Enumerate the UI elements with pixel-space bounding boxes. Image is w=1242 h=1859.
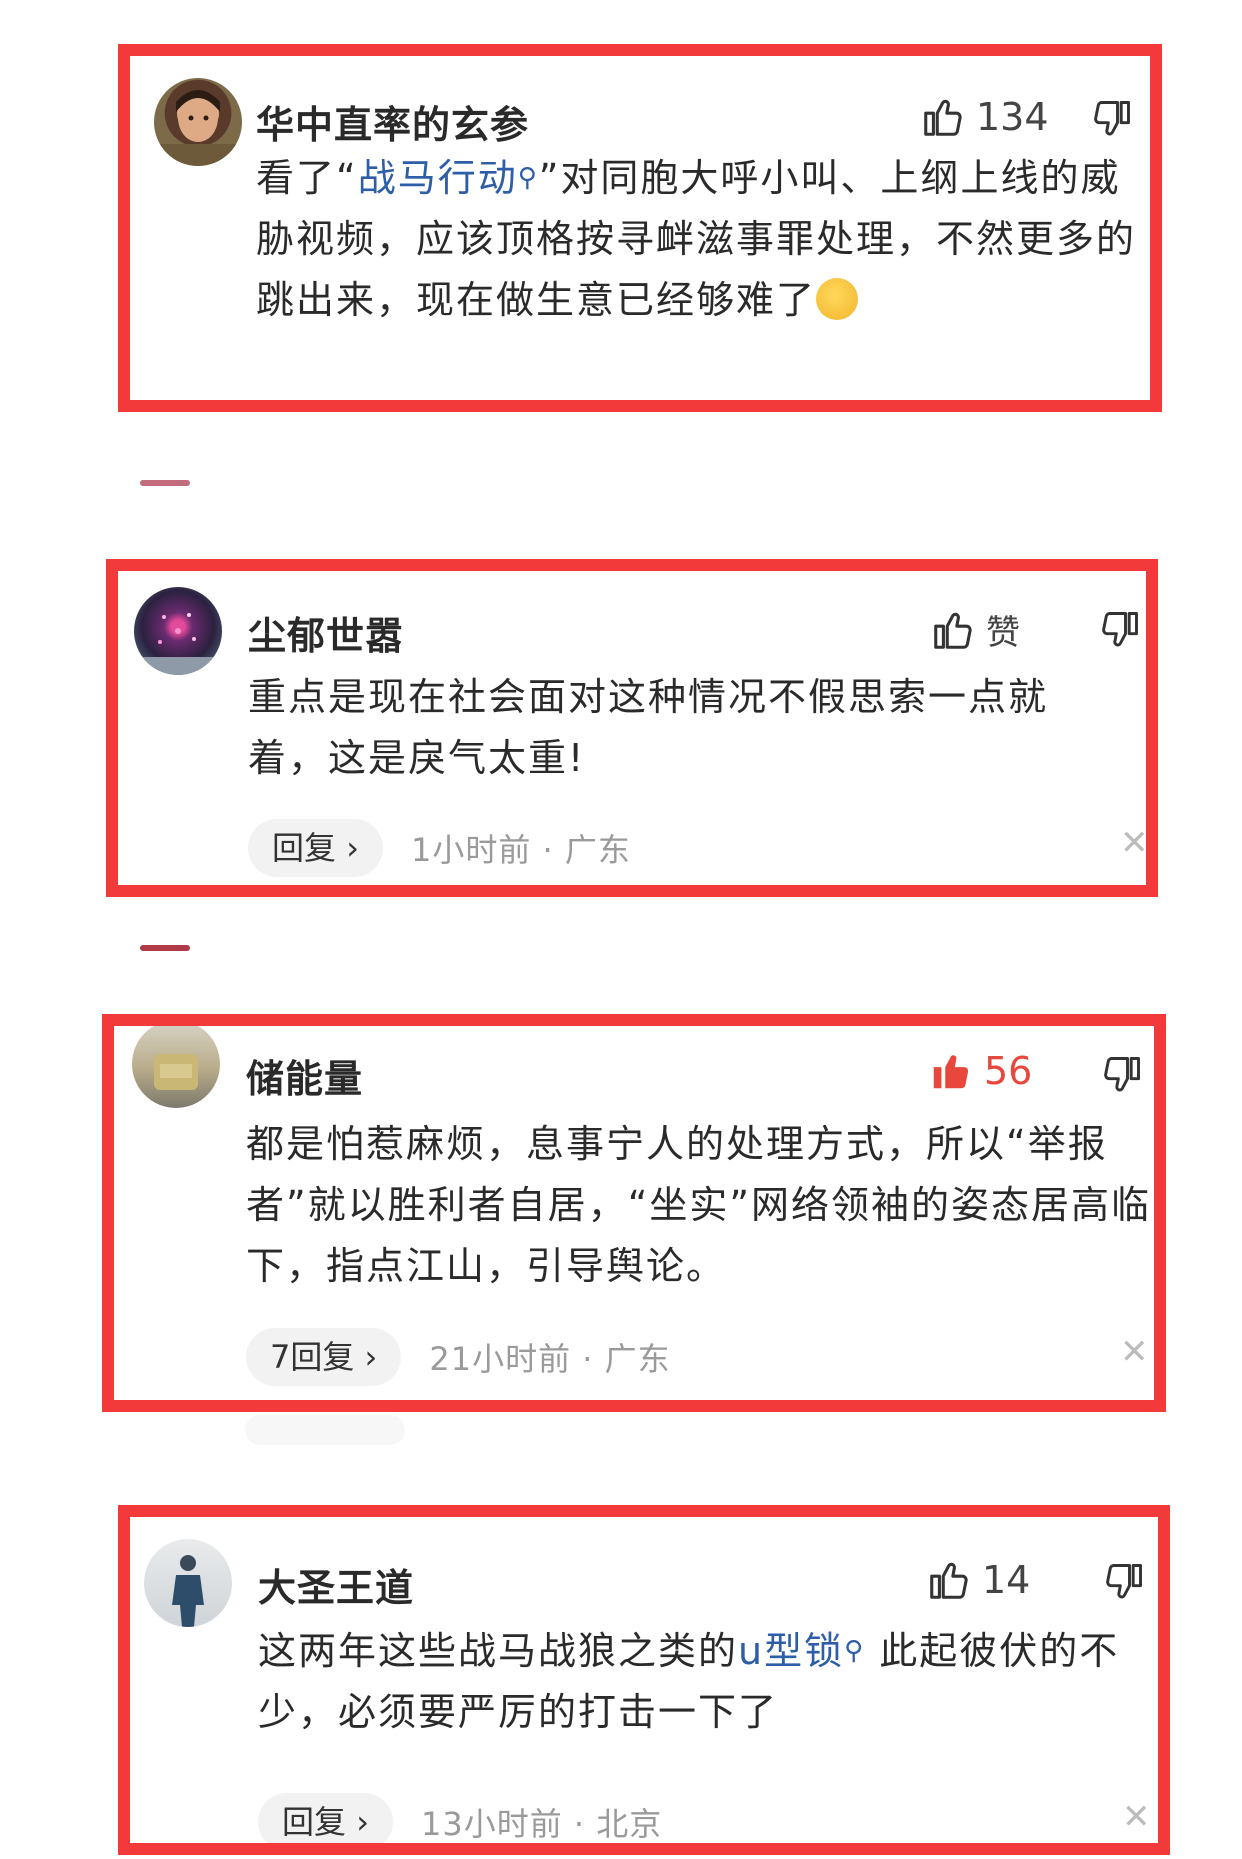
comment-card: 尘郁世嚣 赞 重点是现在社会面对这种情况不假思索一点就着，这是戾气太重! 回复 … [106, 559, 1158, 897]
like-count: 134 [976, 95, 1049, 139]
reply-button[interactable]: 回复 › [248, 819, 383, 877]
thumbs-down-icon[interactable] [1100, 1052, 1144, 1098]
chevron-right-icon: › [356, 1803, 369, 1841]
avatar[interactable] [154, 78, 242, 166]
hidden-reply-pill [245, 1415, 405, 1445]
avatar[interactable] [134, 587, 222, 675]
avatar-object-icon [154, 1054, 198, 1090]
like-count: 56 [984, 1049, 1033, 1093]
thumbs-up-icon [930, 1562, 968, 1599]
username[interactable]: 华中直率的玄参 [256, 94, 529, 149]
topic-link[interactable]: u型锁 [738, 1629, 844, 1673]
chevron-right-icon: › [346, 829, 359, 867]
close-icon[interactable]: ✕ [1120, 1332, 1149, 1372]
crying-emoji-icon [816, 277, 859, 320]
username[interactable]: 大圣王道 [258, 1557, 414, 1612]
comment-text: 重点是现在社会面对这种情况不假思索一点就着，这是戾气太重! [248, 675, 1049, 780]
fireworks-icon [134, 613, 222, 675]
reply-button[interactable]: 回复 › [258, 1793, 393, 1843]
avatar-person-icon [172, 1555, 204, 1627]
thumbs-down-icon[interactable] [1090, 96, 1134, 142]
avatar-face-icon [154, 90, 242, 166]
comment-card: 大圣王道 14 这两年这些战马战狼之类的u型锁⚲ 此起彼伏的不少，必须要严厉的打… [118, 1505, 1170, 1855]
like-button[interactable]: 56 [928, 1048, 1032, 1094]
thumbs-up-filled-icon [933, 1055, 969, 1089]
hidden-avatar-edge [140, 480, 190, 486]
comment-text: 都是怕惹麻烦，息事宁人的处理方式，所以“举报者”就以胜利者自居，“坐实”网络领袖… [246, 1122, 1152, 1288]
comment-meta: 回复 › 13小时前 · 北京 [258, 1793, 663, 1843]
thumbs-down-icon[interactable] [1098, 607, 1142, 653]
username[interactable]: 尘郁世嚣 [248, 605, 404, 660]
close-icon[interactable]: ✕ [1122, 1797, 1151, 1837]
close-icon[interactable]: ✕ [1120, 823, 1146, 863]
thumbs-up-icon [934, 612, 972, 649]
chevron-right-icon: › [364, 1338, 378, 1376]
comment-text: 这两年这些战马战狼之类的u型锁⚲ 此起彼伏的不少，必须要严厉的打击一下了 [258, 1629, 1120, 1734]
like-label: 赞 [986, 613, 1020, 653]
timestamp-location: 1小时前 · 广东 [410, 831, 631, 869]
topic-link[interactable]: 战马行动 [358, 156, 518, 200]
like-count: 14 [982, 1558, 1031, 1602]
like-button[interactable]: 赞 [930, 605, 1020, 654]
comment-meta: 回复 › 1小时前 · 广东 [248, 819, 631, 877]
avatar[interactable] [144, 1539, 232, 1627]
timestamp-location: 21小时前 · 广东 [429, 1340, 671, 1378]
like-button[interactable]: 134 [920, 94, 1049, 140]
avatar[interactable] [132, 1026, 220, 1108]
comment-meta: 7回复 › 21小时前 · 广东 [246, 1328, 671, 1386]
comment-card: 储能量 56 都是怕惹麻烦，息事宁人的处理方式，所以“举报者”就以胜利者自居，“… [102, 1014, 1166, 1412]
thumbs-up-icon [924, 99, 962, 136]
hidden-avatar-edge [140, 945, 190, 951]
comment-card: 华中直率的玄参 134 看了“战马行动⚲”对同胞大呼小叫、上纲上线的威胁视频，应… [118, 44, 1162, 412]
comment-text: 看了“战马行动⚲”对同胞大呼小叫、上纲上线的威胁视频，应该顶格按寻衅滋事罪处理，… [256, 156, 1137, 322]
username[interactable]: 储能量 [246, 1048, 363, 1103]
search-icon[interactable]: ⚲ [844, 1636, 865, 1666]
search-icon[interactable]: ⚲ [518, 163, 539, 193]
reply-button[interactable]: 7回复 › [246, 1328, 402, 1386]
timestamp-location: 13小时前 · 北京 [420, 1805, 663, 1843]
like-button[interactable]: 14 [926, 1557, 1030, 1603]
thumbs-down-icon[interactable] [1102, 1559, 1146, 1605]
